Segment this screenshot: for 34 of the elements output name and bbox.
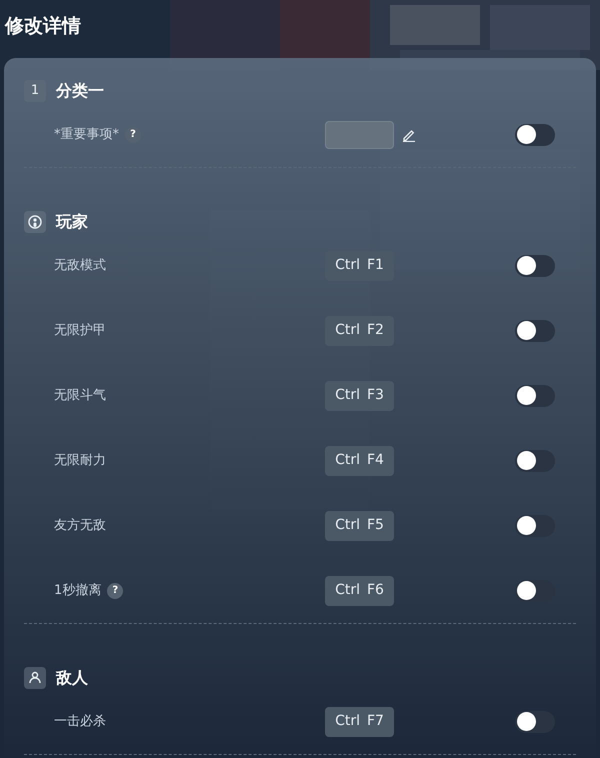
hotkey-button[interactable]: Ctrl F2 [325, 316, 394, 346]
option-label: 1秒撤离 [54, 582, 102, 600]
option-label: 无限耐力 [54, 452, 106, 470]
toggle-switch[interactable] [515, 514, 555, 536]
toggle-switch[interactable] [515, 580, 555, 602]
toggle-switch[interactable] [515, 450, 555, 472]
option-label: 无敌模式 [54, 256, 106, 275]
toggle-switch[interactable] [515, 124, 555, 146]
option-label: 无限斗气 [54, 386, 106, 405]
option-label: 友方无敌 [54, 516, 106, 535]
option-label: 无限护甲 [54, 322, 106, 340]
hotkey-button[interactable]: Ctrl F6 [325, 576, 394, 606]
person-icon [24, 667, 46, 689]
hotkey-button[interactable]: Ctrl F5 [325, 510, 394, 540]
section-title: 玩家 [56, 211, 88, 233]
toggle-switch[interactable] [515, 710, 555, 732]
page-title: 修改详情 [4, 14, 82, 39]
hotkey-button[interactable]: Ctrl F3 [325, 380, 394, 410]
toggle-switch[interactable] [515, 320, 555, 342]
section-title: 敌人 [56, 667, 88, 689]
option-label: 一击必杀 [54, 712, 106, 731]
player-icon [24, 211, 46, 233]
help-icon[interactable]: ? [107, 582, 124, 598]
option-label: *重要事项* [54, 126, 119, 144]
hotkey-button[interactable]: Ctrl F7 [325, 706, 394, 736]
help-icon[interactable]: ? [125, 126, 141, 142]
number-badge: 1 [24, 80, 46, 102]
hotkey-button[interactable]: Ctrl F4 [325, 446, 394, 476]
toggle-switch[interactable] [515, 384, 555, 406]
pencil-icon[interactable] [402, 128, 416, 142]
hotkey-button[interactable]: Ctrl F1 [325, 250, 394, 280]
section-title: 分类一 [56, 80, 104, 102]
text-field[interactable] [325, 120, 394, 148]
toggle-switch[interactable] [515, 254, 555, 276]
